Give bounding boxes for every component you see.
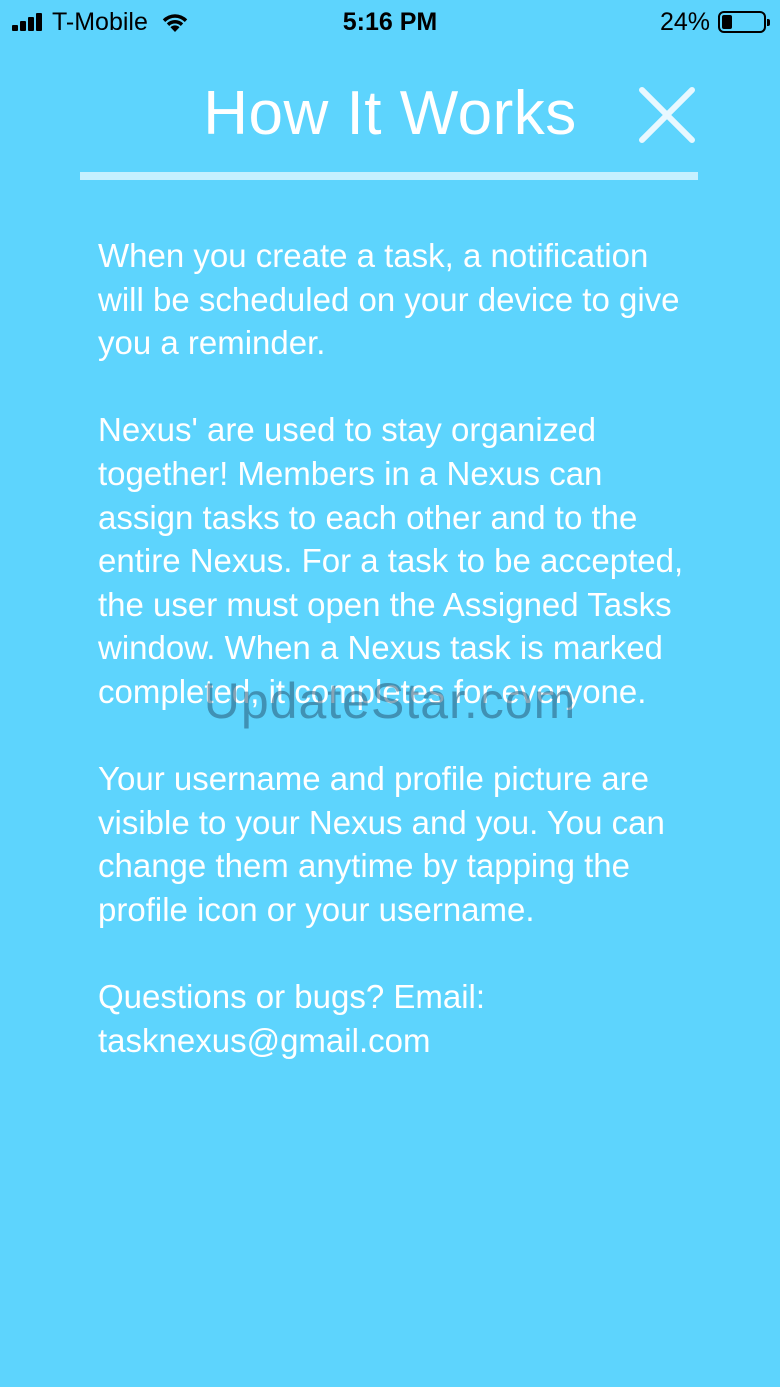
contact-email-link[interactable]: tasknexus@gmail.com: [98, 1019, 698, 1063]
status-bar: T-Mobile 5:16 PM 24%: [0, 0, 780, 44]
battery-icon: [718, 11, 770, 33]
paragraph-profile: Your username and profile picture are vi…: [98, 760, 665, 928]
how-it-works-content: When you create a task, a notification w…: [98, 234, 698, 1062]
title-divider: [80, 172, 698, 180]
header: How It Works: [0, 72, 780, 162]
close-button[interactable]: [636, 84, 698, 146]
status-right: 24%: [659, 7, 770, 36]
contact-section: Questions or bugs? Email: tasknexus@gmai…: [98, 975, 698, 1062]
close-icon: [639, 87, 695, 143]
battery-fill: [722, 15, 732, 29]
paragraph-notifications: When you create a task, a notification w…: [98, 237, 680, 362]
battery-percentage: 24%: [659, 7, 710, 36]
contact-label: Questions or bugs? Email:: [98, 978, 486, 1016]
paragraph-nexus: Nexus' are used to stay organized togeth…: [98, 411, 684, 710]
